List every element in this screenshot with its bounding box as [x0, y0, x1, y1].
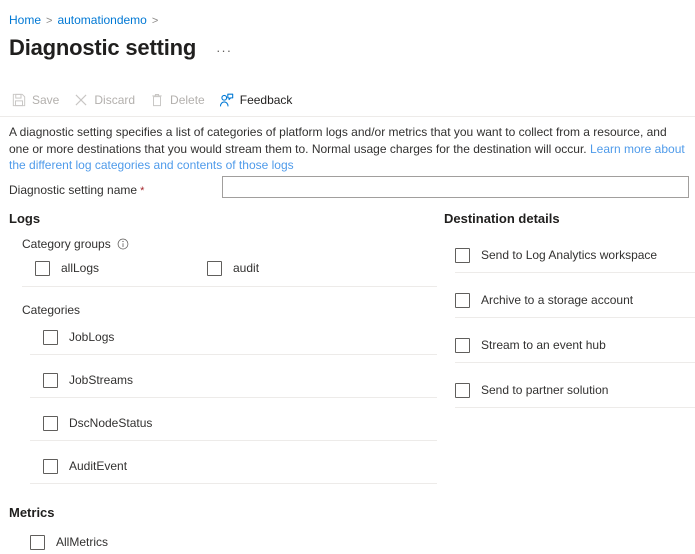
trash-icon — [149, 93, 164, 108]
checkbox-label-audit: audit — [233, 260, 259, 276]
divider — [455, 317, 695, 318]
checkbox-label-jobstreams: JobStreams — [69, 372, 133, 388]
command-bar: Save Discard Delete Feedback — [11, 89, 306, 111]
description-text: A diagnostic setting specifies a list of… — [9, 124, 685, 174]
checkbox-label-auditevent: AuditEvent — [69, 458, 127, 474]
divider — [30, 440, 437, 441]
save-icon — [11, 93, 26, 108]
checkbox-row-dscnodestatus[interactable]: DscNodeStatus — [43, 415, 152, 431]
checkbox-alllogs[interactable] — [35, 261, 50, 276]
checkbox-label-event-hub: Stream to an event hub — [481, 337, 606, 353]
divider — [30, 397, 437, 398]
logs-section-title: Logs — [9, 210, 40, 228]
checkbox-label-partner-solution: Send to partner solution — [481, 382, 608, 398]
checkbox-label-joblogs: JobLogs — [69, 329, 114, 345]
checkbox-label-storage-account: Archive to a storage account — [481, 292, 633, 308]
description-body: A diagnostic setting specifies a list of… — [9, 125, 667, 156]
checkbox-row-allmetrics[interactable]: AllMetrics — [30, 534, 108, 550]
checkbox-dscnodestatus[interactable] — [43, 416, 58, 431]
divider — [455, 407, 695, 408]
command-bar-divider — [0, 116, 695, 117]
checkbox-row-log-analytics[interactable]: Send to Log Analytics workspace — [455, 247, 657, 263]
discard-button[interactable]: Discard — [73, 89, 135, 111]
checkbox-event-hub[interactable] — [455, 338, 470, 353]
diagnostic-setting-name-label: Diagnostic setting name* — [9, 182, 144, 199]
checkbox-label-dscnodestatus: DscNodeStatus — [69, 415, 152, 431]
checkbox-partner-solution[interactable] — [455, 383, 470, 398]
checkbox-allmetrics[interactable] — [30, 535, 45, 550]
delete-button[interactable]: Delete — [149, 89, 205, 111]
checkbox-row-event-hub[interactable]: Stream to an event hub — [455, 337, 606, 353]
divider — [22, 286, 437, 287]
feedback-icon — [219, 93, 234, 108]
breadcrumb: Home > automationdemo > — [9, 12, 163, 29]
divider — [30, 354, 437, 355]
checkbox-label-allmetrics: AllMetrics — [56, 534, 108, 550]
checkbox-auditevent[interactable] — [43, 459, 58, 474]
breadcrumb-item-home[interactable]: Home — [9, 13, 41, 27]
checkbox-audit[interactable] — [207, 261, 222, 276]
checkbox-row-jobstreams[interactable]: JobStreams — [43, 372, 133, 388]
required-marker: * — [140, 185, 144, 197]
checkbox-log-analytics[interactable] — [455, 248, 470, 263]
categories-label: Categories — [22, 302, 80, 318]
checkbox-jobstreams[interactable] — [43, 373, 58, 388]
discard-label: Discard — [94, 92, 135, 108]
category-groups-label: Category groups — [22, 236, 129, 252]
checkbox-row-alllogs[interactable]: allLogs — [35, 260, 99, 276]
more-options-icon[interactable]: ··· — [212, 44, 236, 58]
diagnostic-setting-name-input[interactable] — [222, 176, 689, 198]
feedback-button[interactable]: Feedback — [219, 89, 293, 111]
checkbox-joblogs[interactable] — [43, 330, 58, 345]
checkbox-label-log-analytics: Send to Log Analytics workspace — [481, 247, 657, 263]
save-label: Save — [32, 92, 59, 108]
info-icon[interactable] — [117, 238, 129, 250]
close-icon — [73, 93, 88, 108]
checkbox-storage-account[interactable] — [455, 293, 470, 308]
divider — [30, 483, 437, 484]
checkbox-row-partner-solution[interactable]: Send to partner solution — [455, 382, 608, 398]
checkbox-row-joblogs[interactable]: JobLogs — [43, 329, 114, 345]
breadcrumb-separator-icon: > — [152, 15, 158, 27]
title-row: Diagnostic setting ··· — [9, 34, 236, 62]
checkbox-row-storage-account[interactable]: Archive to a storage account — [455, 292, 633, 308]
checkbox-row-auditevent[interactable]: AuditEvent — [43, 458, 127, 474]
category-groups-text: Category groups — [22, 236, 111, 252]
save-button[interactable]: Save — [11, 89, 59, 111]
feedback-label: Feedback — [240, 92, 293, 108]
checkbox-label-alllogs: allLogs — [61, 260, 99, 276]
metrics-section-title: Metrics — [9, 504, 55, 522]
name-label-text: Diagnostic setting name — [9, 183, 137, 197]
divider — [455, 272, 695, 273]
destination-section-title: Destination details — [444, 210, 560, 228]
divider — [455, 362, 695, 363]
delete-label: Delete — [170, 92, 205, 108]
checkbox-row-audit[interactable]: audit — [207, 260, 259, 276]
breadcrumb-separator-icon: > — [46, 15, 52, 27]
page-title: Diagnostic setting — [9, 34, 196, 62]
breadcrumb-item-automationdemo[interactable]: automationdemo — [57, 13, 146, 27]
